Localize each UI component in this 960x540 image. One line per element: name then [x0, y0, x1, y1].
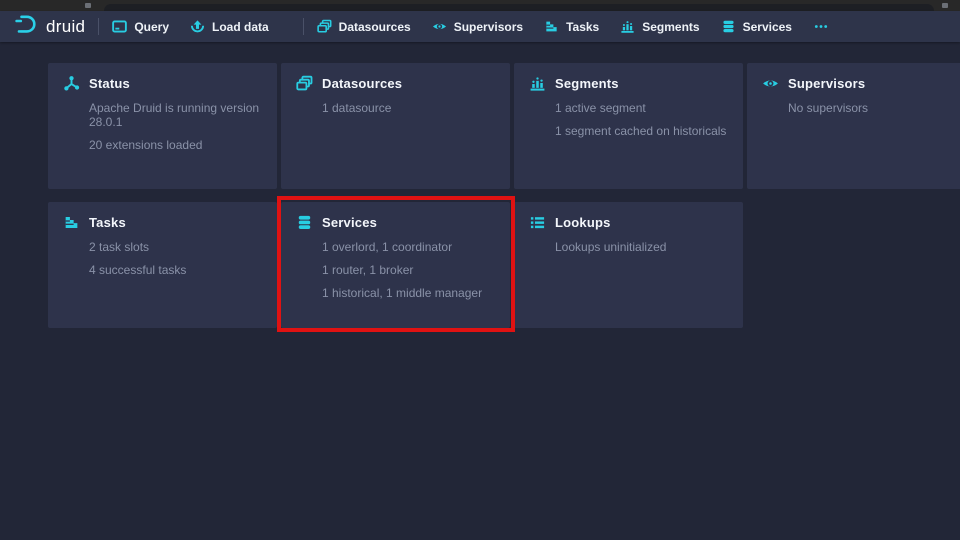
card-title: Datasources [322, 76, 402, 91]
nav-item-label: Query [134, 20, 169, 34]
nav-item-supervisors[interactable]: Supervisors [432, 19, 523, 34]
card-datasources[interactable]: Datasources 1 datasource [281, 63, 510, 189]
druid-logo-icon [14, 13, 40, 40]
cloud-upload-icon [190, 19, 205, 34]
nav-item-tasks[interactable]: Tasks [544, 19, 599, 34]
card-title: Lookups [555, 215, 611, 230]
console-icon [112, 19, 127, 34]
bar-chart-icon [620, 19, 635, 34]
card-supervisors[interactable]: Supervisors No supervisors [747, 63, 960, 189]
card-services[interactable]: Services 1 overlord, 1 coordinator 1 rou… [281, 202, 510, 328]
card-detail: No supervisors [788, 101, 960, 115]
browser-menu-icon [942, 3, 948, 8]
nav-item-label: Segments [642, 20, 699, 34]
eye-icon [762, 75, 779, 92]
card-segments[interactable]: Segments 1 active segment 1 segment cach… [514, 63, 743, 189]
card-detail: 4 successful tasks [89, 263, 262, 277]
nav-item-datasources[interactable]: Datasources [317, 19, 411, 34]
druid-logo[interactable]: druid [14, 13, 85, 40]
nav-item-label: Services [743, 20, 792, 34]
bar-chart-icon [529, 75, 546, 92]
card-title: Segments [555, 76, 619, 91]
card-title: Tasks [89, 215, 126, 230]
nav-more-button[interactable] [813, 19, 829, 34]
database-icon [296, 214, 313, 231]
navbar-divider [98, 18, 99, 35]
card-lookups[interactable]: Lookups Lookups uninitialized [514, 202, 743, 328]
graph-icon [63, 75, 80, 92]
layers-icon [317, 19, 332, 34]
nav-item-label: Tasks [566, 20, 599, 34]
card-detail: 2 task slots [89, 240, 262, 254]
card-detail: 1 active segment [555, 101, 728, 115]
card-detail: 1 historical, 1 middle manager [322, 286, 495, 300]
gantt-icon [544, 19, 559, 34]
card-grid: Status Apache Druid is running version 2… [0, 42, 960, 328]
card-detail: 1 router, 1 broker [322, 263, 495, 277]
nav-item-label: Datasources [339, 20, 411, 34]
home-view: Status Apache Druid is running version 2… [0, 42, 960, 540]
database-icon [721, 19, 736, 34]
card-detail: Lookups uninitialized [555, 240, 728, 254]
card-detail: Apache Druid is running version 28.0.1 [89, 101, 262, 129]
card-detail: 1 overlord, 1 coordinator [322, 240, 495, 254]
card-tasks[interactable]: Tasks 2 task slots 4 successful tasks [48, 202, 277, 328]
gantt-icon [63, 214, 80, 231]
properties-icon [529, 214, 546, 231]
eye-icon [432, 19, 447, 34]
browser-extension-icon [85, 3, 91, 8]
navbar: druid Query Load data Da [0, 11, 960, 42]
card-status[interactable]: Status Apache Druid is running version 2… [48, 63, 277, 189]
nav-item-load-data[interactable]: Load data [190, 19, 269, 34]
nav-item-label: Supervisors [454, 20, 523, 34]
layers-icon [296, 75, 313, 92]
browser-chrome-strip [0, 0, 960, 11]
card-title: Status [89, 76, 130, 91]
more-ellipsis-icon [813, 19, 829, 34]
nav-item-segments[interactable]: Segments [620, 19, 699, 34]
nav-item-query[interactable]: Query [112, 19, 169, 34]
navbar-divider [303, 18, 304, 35]
card-title: Services [322, 215, 377, 230]
card-detail: 1 datasource [322, 101, 495, 115]
card-detail: 20 extensions loaded [89, 138, 262, 152]
druid-logo-text: druid [46, 17, 85, 37]
nav-item-label: Load data [212, 20, 269, 34]
nav-item-services[interactable]: Services [721, 19, 792, 34]
card-title: Supervisors [788, 76, 865, 91]
card-detail: 1 segment cached on historicals [555, 124, 728, 138]
